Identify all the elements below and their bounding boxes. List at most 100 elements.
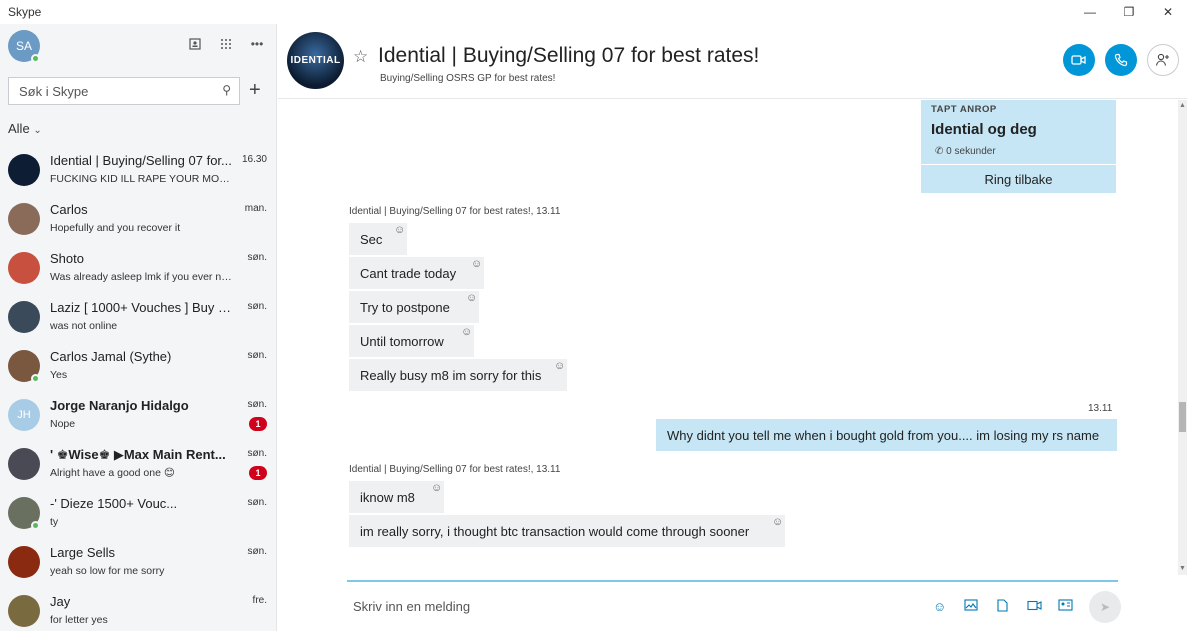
sidebar: SA ••• Søk i Skype ⚲ + Alle ⌄ Idential |…: [0, 24, 277, 631]
video-message-icon[interactable]: [1027, 599, 1042, 614]
react-emoji-icon[interactable]: ☺: [554, 360, 565, 372]
chat-panel: IDENTIAL ☆ Idential | Buying/Selling 07 …: [278, 24, 1187, 631]
file-icon[interactable]: [997, 599, 1008, 615]
conversation-name: -' Dieze 1500+ Vouc...: [50, 496, 178, 511]
conversation-item[interactable]: JH Jorge Naranjo Hidalgo Nope søn. 1: [0, 391, 277, 440]
received-message[interactable]: iknow m8: [349, 481, 444, 513]
conversation-preview: ty: [50, 516, 59, 528]
contact-avatar: [8, 301, 40, 333]
search-icon: ⚲: [222, 83, 231, 97]
search-input[interactable]: Søk i Skype ⚲: [8, 77, 240, 105]
conversation-name: Shoto: [50, 251, 84, 266]
message-time: 13.11: [1088, 403, 1113, 414]
conversation-filter[interactable]: Alle ⌄: [8, 121, 42, 136]
received-message[interactable]: Cant trade today: [349, 257, 484, 289]
chat-avatar-label: IDENTIAL: [290, 55, 341, 66]
conversation-name: Jorge Naranjo Hidalgo: [50, 398, 189, 413]
conversation-time: man.: [244, 203, 267, 214]
conversation-item[interactable]: Idential | Buying/Selling 07 for... FUCKI…: [0, 146, 277, 195]
received-message[interactable]: Until tomorrow: [349, 325, 474, 357]
title-bar: Skype — ❐ ✕: [0, 0, 1187, 24]
scroll-up-icon[interactable]: ▲: [1179, 102, 1186, 109]
conversation-name: Laziz [ 1000+ Vouches ] Buy &...: [50, 300, 236, 315]
react-emoji-icon[interactable]: ☺: [431, 482, 442, 494]
conversation-preview: yeah so low for me sorry: [50, 565, 165, 577]
add-people-button[interactable]: [1147, 44, 1179, 76]
contact-avatar: JH: [8, 399, 40, 431]
add-people-icon: [1155, 53, 1169, 66]
conversation-time: 16.30: [241, 154, 267, 165]
missed-call-duration: ✆ 0 sekunder: [935, 146, 996, 157]
conversation-time: søn.: [247, 252, 267, 263]
app-title: Skype: [8, 5, 42, 19]
restore-icon[interactable]: ❐: [1107, 0, 1151, 24]
chat-title[interactable]: Idential | Buying/Selling 07 for best ra…: [378, 44, 759, 68]
sent-message[interactable]: Why didnt you tell me when i bought gold…: [656, 419, 1117, 451]
conversation-preview: Yes: [50, 369, 68, 381]
received-message[interactable]: Try to postpone: [349, 291, 479, 323]
received-message[interactable]: Really busy m8 im sorry for this: [349, 359, 567, 391]
received-message[interactable]: im really sorry, i thought btc transacti…: [349, 515, 785, 547]
contact-avatar: [8, 154, 40, 186]
conversation-item[interactable]: Carlos Hopefully and you recover it man.: [0, 195, 277, 244]
react-emoji-icon[interactable]: ☺: [471, 258, 482, 270]
video-call-button[interactable]: [1063, 44, 1095, 76]
contact-avatar: [8, 546, 40, 578]
message-input[interactable]: Skriv inn en melding: [353, 599, 470, 614]
react-emoji-icon[interactable]: ☺: [394, 224, 405, 236]
conversation-item[interactable]: Large Sells yeah so low for me sorry søn.: [0, 538, 277, 587]
conversation-item[interactable]: Carlos Jamal (Sythe) Yes søn.: [0, 342, 277, 391]
conversation-preview: Hopefully and you recover it: [50, 222, 181, 234]
send-icon: ➤: [1099, 600, 1111, 614]
conversation-time: søn.: [247, 399, 267, 410]
conversation-time: fre.: [252, 595, 267, 606]
conversation-preview: Nope: [50, 418, 76, 430]
conversation-item[interactable]: Shoto Was already asleep lmk if you ever …: [0, 244, 277, 293]
react-emoji-icon[interactable]: ☺: [461, 326, 472, 338]
close-icon[interactable]: ✕: [1146, 0, 1187, 24]
scroll-down-icon[interactable]: ▼: [1179, 565, 1186, 572]
scrollbar[interactable]: ▲ ▼: [1178, 100, 1187, 575]
missed-call-card: TAPT ANROP Idential og deg ✆ 0 sekunder …: [921, 100, 1116, 193]
call-back-button[interactable]: Ring tilbake: [921, 165, 1116, 193]
conversation-item[interactable]: Laziz [ 1000+ Vouches ] Buy &... was not …: [0, 293, 277, 342]
conversation-item[interactable]: -' Dieze 1500+ Vouc... ty søn.: [0, 489, 277, 538]
video-call-icon: [1071, 55, 1086, 65]
conversation-item[interactable]: ' ♚Wise♚ ▶Max Main Rent... Alright have a…: [0, 440, 277, 489]
conversation-name: Large Sells: [50, 545, 116, 560]
new-chat-button[interactable]: +: [249, 80, 261, 100]
conversation-name: ' ♚Wise♚ ▶Max Main Rent...: [50, 447, 226, 462]
scrollbar-thumb[interactable]: [1179, 402, 1186, 432]
conversation-name: Carlos: [50, 202, 88, 217]
search-placeholder: Søk i Skype: [19, 84, 89, 99]
message-area: TAPT ANROP Idential og deg ✆ 0 sekunder …: [278, 100, 1178, 575]
conversation-item[interactable]: Jay for letter yes fre.: [0, 587, 277, 636]
dialpad-icon[interactable]: [218, 36, 234, 52]
favorite-star-icon[interactable]: ☆: [353, 47, 368, 67]
presence-online-icon: [31, 521, 40, 530]
conversation-preview: Alright have a good one 😊: [50, 467, 175, 479]
missed-call-participants: Idential og deg: [931, 121, 1037, 138]
audio-call-button[interactable]: [1105, 44, 1137, 76]
image-icon[interactable]: [964, 599, 978, 614]
minimize-icon[interactable]: —: [1068, 0, 1112, 24]
chat-avatar[interactable]: IDENTIAL: [287, 32, 344, 89]
contact-card-icon[interactable]: [1058, 599, 1073, 614]
send-button[interactable]: ➤: [1089, 591, 1121, 623]
message-meta: Idential | Buying/Selling 07 for best ra…: [349, 206, 561, 217]
react-emoji-icon[interactable]: ☺: [772, 516, 783, 528]
contacts-icon[interactable]: [187, 36, 203, 52]
conversation-name: Idential | Buying/Selling 07 for...: [50, 153, 232, 168]
more-options-icon[interactable]: •••: [249, 36, 265, 52]
conversation-preview: Was already asleep lmk if you ever nee..…: [50, 271, 236, 283]
react-emoji-icon[interactable]: ☺: [466, 292, 477, 304]
chat-subtitle: Buying/Selling OSRS GP for best rates!: [380, 73, 556, 84]
conversation-time: søn.: [247, 350, 267, 361]
conversation-preview: was not online: [50, 320, 118, 332]
presence-online-icon: [31, 374, 40, 383]
conversation-time: søn.: [247, 546, 267, 557]
emoji-icon[interactable]: ☺: [933, 599, 946, 614]
conversation-name: Carlos Jamal (Sythe): [50, 349, 172, 364]
phone-small-icon: ✆: [935, 146, 944, 157]
conversation-preview: FUCKING KID ILL RAPE YOUR MOM W...: [50, 173, 236, 185]
